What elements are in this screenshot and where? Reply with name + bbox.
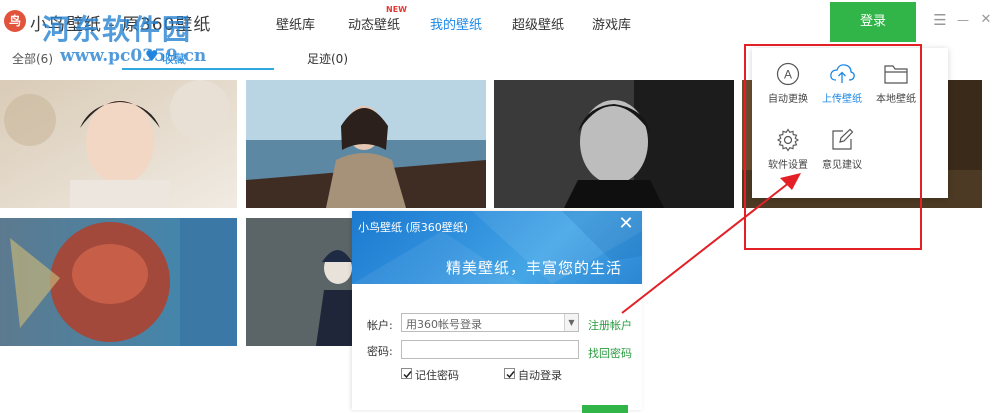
dialog-close-icon[interactable]: ✕	[616, 213, 636, 234]
wallpaper-thumbnail[interactable]	[494, 80, 734, 208]
minimize-icon[interactable]: —	[955, 12, 971, 28]
nav-super-wallpaper[interactable]: 超级壁纸	[512, 14, 564, 33]
checkmark-icon	[403, 371, 412, 379]
nav-wallpaper-library[interactable]: 壁纸库	[276, 14, 315, 33]
auto-login-label: 自动登录	[518, 369, 562, 382]
register-account-link[interactable]: 注册帐户	[588, 317, 632, 333]
wallpaper-thumbnail[interactable]	[246, 218, 354, 346]
dialog-header: 小鸟壁纸 (原360壁纸) ✕ 精美壁纸，丰富您的生活	[352, 211, 642, 284]
account-select-value: 用360帐号登录	[406, 318, 482, 331]
wallpaper-thumbnail[interactable]	[0, 80, 237, 208]
checkmark-icon	[506, 371, 515, 379]
password-label: 密码:	[367, 345, 393, 358]
remember-password-checkbox[interactable]	[401, 368, 412, 379]
login-submit-button[interactable]	[582, 405, 628, 413]
nav-my-wallpaper[interactable]: 我的壁纸	[430, 14, 482, 33]
active-tab-underline	[122, 68, 274, 70]
login-button[interactable]: 登录	[830, 2, 916, 42]
auto-login-checkbox[interactable]	[504, 368, 515, 379]
tab-history[interactable]: 足迹(0)	[307, 50, 348, 67]
new-badge: NEW	[386, 5, 407, 14]
chevron-down-icon[interactable]: ▼	[564, 314, 578, 331]
tab-all[interactable]: 全部(6)	[12, 50, 53, 67]
watermark-url: www.pc0359.cn	[60, 46, 207, 66]
nav-game-library[interactable]: 游戏库	[592, 14, 631, 33]
menu-icon[interactable]: ☰	[932, 12, 948, 28]
dialog-slogan: 精美壁纸，丰富您的生活	[446, 259, 623, 277]
nav-dynamic-wallpaper[interactable]: 动态壁纸	[348, 14, 400, 33]
wallpaper-thumbnail[interactable]	[0, 218, 237, 346]
wallpaper-thumbnail[interactable]	[246, 80, 486, 208]
remember-password-label: 记住密码	[415, 369, 459, 382]
app-logo-icon: 鸟	[4, 10, 26, 32]
account-select[interactable]: 用360帐号登录 ▼	[401, 313, 579, 332]
dialog-title: 小鸟壁纸 (原360壁纸)	[358, 221, 469, 234]
password-field[interactable]	[401, 340, 579, 359]
account-label: 帐户:	[367, 319, 393, 332]
watermark-text: 河东软件园	[42, 13, 193, 46]
login-dialog: 小鸟壁纸 (原360壁纸) ✕ 精美壁纸，丰富您的生活 帐户: 用360帐号登录…	[352, 211, 642, 413]
close-icon[interactable]: ✕	[978, 12, 994, 28]
annotation-highlight-box	[744, 44, 922, 250]
forgot-password-link[interactable]: 找回密码	[588, 345, 632, 361]
